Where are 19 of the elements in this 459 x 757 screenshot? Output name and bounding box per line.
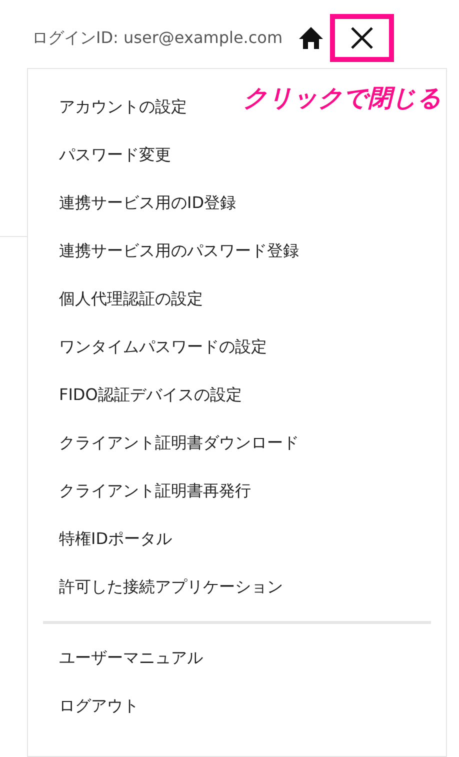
- menu-item[interactable]: ユーザーマニュアル: [59, 646, 203, 670]
- close-button[interactable]: [330, 14, 394, 62]
- login-id-text: ログインID: user@example.com: [32, 27, 283, 49]
- click-to-close-annotation-text: クリックで閉じる: [243, 83, 442, 114]
- menu-item[interactable]: 許可した接続アプリケーション: [59, 575, 283, 599]
- menu-item[interactable]: ログアウト: [59, 694, 139, 718]
- menu-item[interactable]: FIDO認証デバイスの設定: [59, 383, 242, 407]
- menu-item[interactable]: クライアント証明書ダウンロード: [59, 431, 299, 455]
- close-icon: [350, 26, 374, 50]
- menu-item[interactable]: ワンタイムパスワードの設定: [59, 335, 267, 359]
- menu-item[interactable]: パスワード変更: [59, 143, 171, 167]
- menu-item[interactable]: アカウントの設定: [59, 95, 187, 119]
- menu-item[interactable]: 個人代理認証の設定: [59, 287, 203, 311]
- menu-item[interactable]: 連携サービス用のID登録: [59, 191, 236, 215]
- home-button[interactable]: [296, 24, 325, 52]
- menu-item[interactable]: 連携サービス用のパスワード登録: [59, 239, 299, 263]
- home-icon: [298, 26, 324, 50]
- menu-item[interactable]: 特権IDポータル: [59, 527, 172, 551]
- menu-item[interactable]: クライアント証明書再発行: [59, 479, 251, 503]
